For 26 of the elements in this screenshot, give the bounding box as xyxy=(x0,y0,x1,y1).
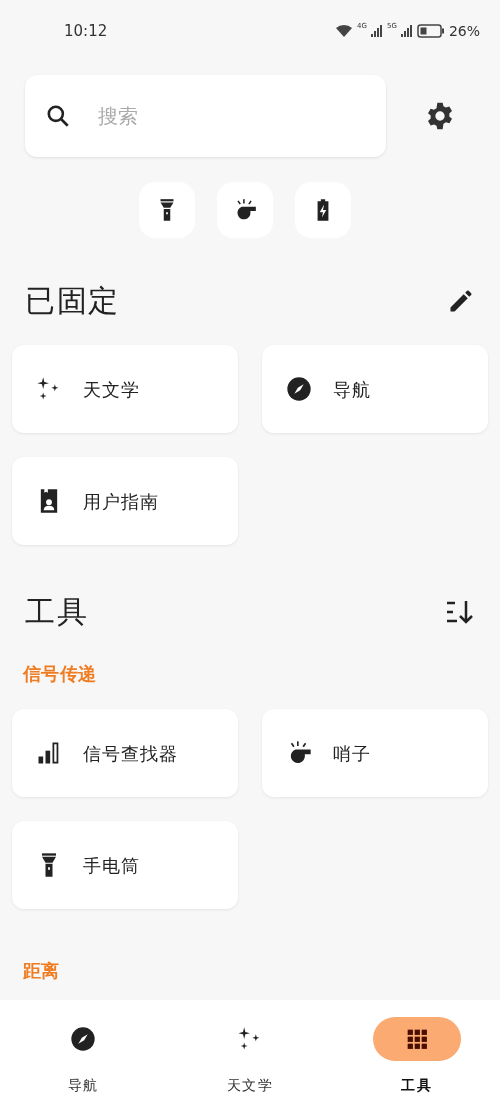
signal-icon xyxy=(400,25,413,37)
wifi-icon xyxy=(335,24,354,38)
nav-tab[interactable]: 导航 xyxy=(0,1017,167,1096)
group-title: 信号传递 xyxy=(21,662,98,686)
tool-card[interactable]: 用户指南 xyxy=(12,457,238,545)
search-field[interactable]: 搜索 xyxy=(25,75,386,157)
tool-card[interactable]: 信号查找器 xyxy=(12,709,238,797)
tool-card[interactable]: 哨子 xyxy=(262,709,488,797)
compass-icon xyxy=(285,375,313,403)
battery-percent: 26% xyxy=(448,21,480,41)
quick-action-button[interactable] xyxy=(217,182,273,238)
nav-tab[interactable]: 天文学 xyxy=(166,1017,334,1096)
quick-action-button[interactable] xyxy=(295,182,351,238)
section-title: 工具 xyxy=(25,593,88,631)
quick-action-button[interactable] xyxy=(139,182,195,238)
tool-card[interactable]: 手电筒 xyxy=(12,821,238,909)
status-time: 10:12 xyxy=(64,20,108,42)
search-icon xyxy=(45,103,71,129)
section-title: 已固定 xyxy=(25,282,120,320)
battery-icon xyxy=(416,24,445,38)
signal-icon xyxy=(371,25,383,37)
tool-card[interactable]: 天文学 xyxy=(12,345,238,433)
compass-icon xyxy=(69,1025,98,1053)
nav-tab[interactable]: 工具 xyxy=(333,1017,500,1096)
tool-card[interactable]: 导航 xyxy=(262,345,488,433)
group-title: 距离 xyxy=(22,959,61,983)
